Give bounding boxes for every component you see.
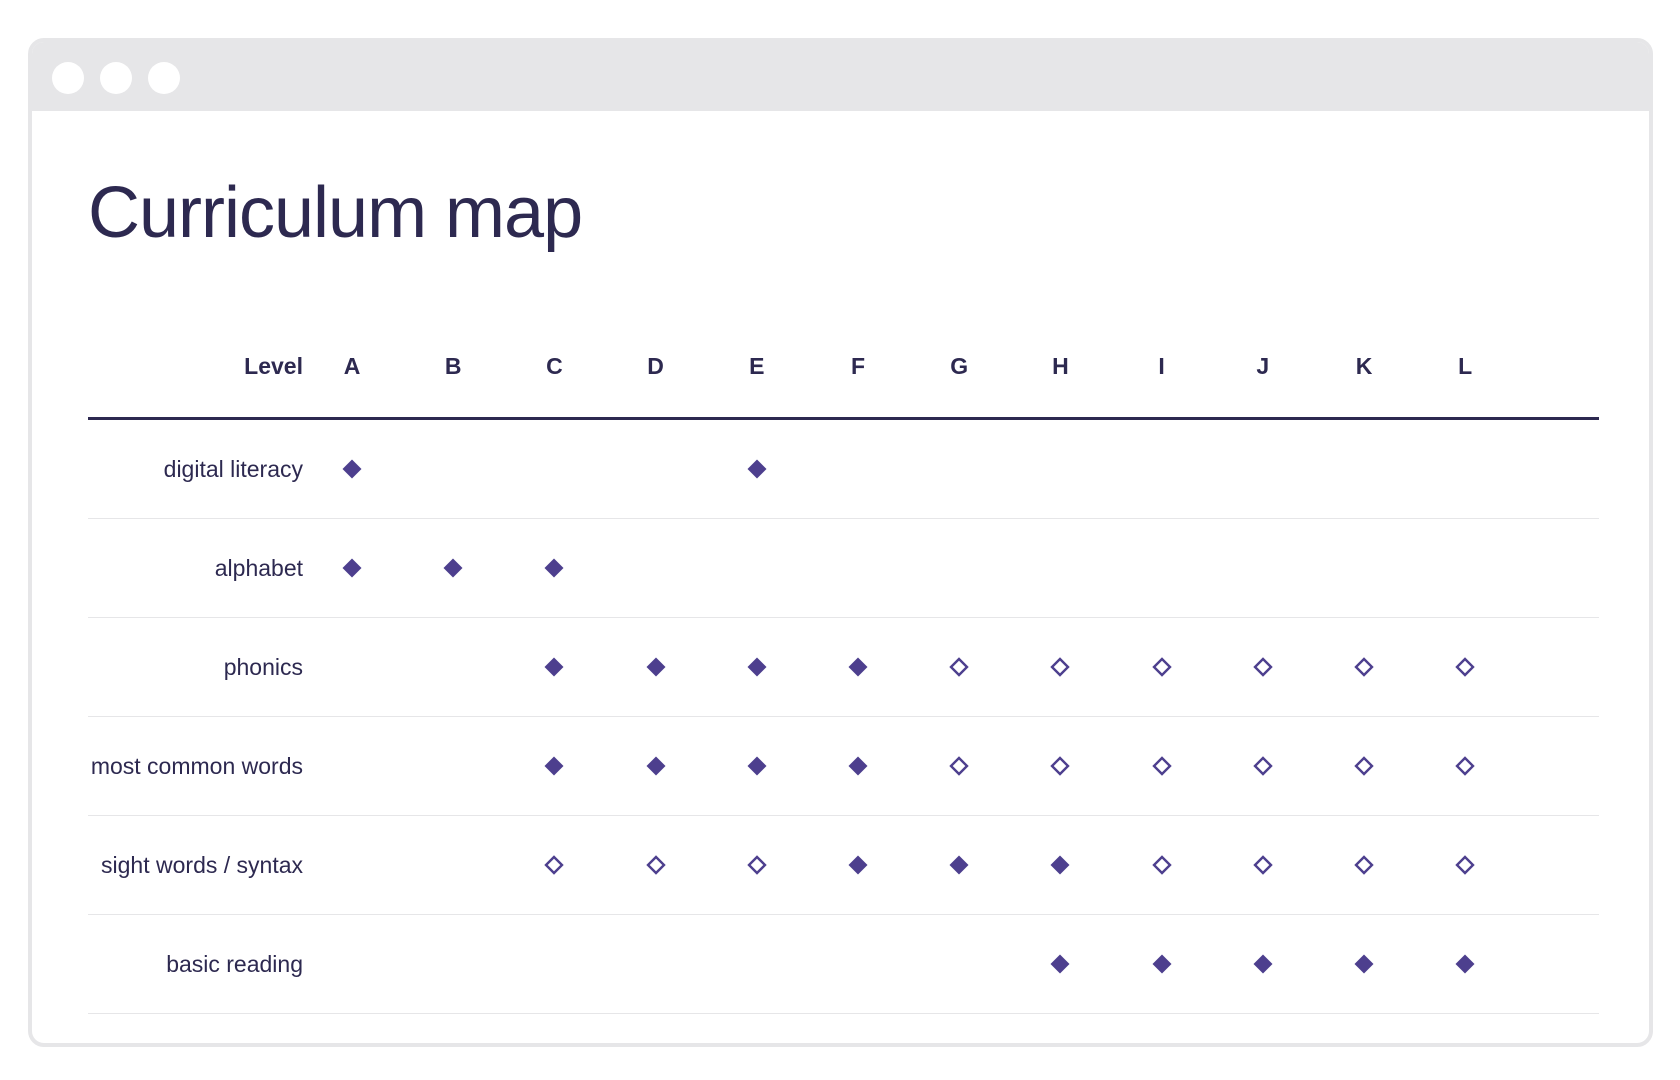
outline-diamond-icon: [1151, 657, 1172, 677]
outline-diamond-icon: [1151, 855, 1172, 875]
outline-diamond-icon: [1253, 855, 1273, 875]
level-column-header: D: [647, 353, 664, 379]
row-label: sight words / syntax: [101, 852, 303, 878]
window-minimize-dot[interactable]: [100, 62, 132, 94]
level-column-header: F: [850, 353, 866, 379]
outline-diamond-icon: [1354, 657, 1374, 677]
outline-diamond-icon: [1354, 756, 1374, 776]
filled-diamond-icon: [747, 657, 767, 677]
grid-header-row: Level A B C D E F G H I J K L: [88, 315, 1599, 420]
level-column-header: G: [950, 353, 969, 379]
outline-diamond-icon: [1253, 756, 1273, 776]
filled-diamond-icon: [747, 459, 767, 479]
curriculum-row: basic reading: [88, 915, 1599, 1014]
curriculum-row: sight words / syntax: [88, 816, 1599, 915]
row-label: phonics: [223, 654, 303, 680]
outline-diamond-icon: [1050, 756, 1071, 776]
level-column-header: J: [1256, 353, 1270, 379]
level-column-header: K: [1355, 353, 1373, 379]
outline-diamond-icon: [1354, 855, 1374, 875]
outline-diamond-icon: [949, 756, 969, 776]
window-titlebar: [32, 42, 1649, 111]
filled-diamond-icon: [1253, 954, 1273, 974]
outline-diamond-icon: [1050, 657, 1071, 677]
filled-diamond-icon: [1152, 954, 1172, 974]
curriculum-row: most common words: [88, 717, 1599, 816]
row-label: most common words: [90, 753, 303, 779]
row-label: alphabet: [214, 555, 303, 581]
filled-diamond-icon: [848, 756, 868, 776]
curriculum-row: comprehension: [88, 1014, 1599, 1043]
row-label: digital literacy: [163, 456, 303, 482]
filled-diamond-icon: [544, 657, 564, 677]
window-close-dot[interactable]: [52, 62, 84, 94]
filled-diamond-icon: [1455, 954, 1475, 974]
filled-diamond-icon: [848, 855, 868, 875]
filled-diamond-icon: [544, 558, 564, 578]
outline-diamond-icon: [1455, 657, 1475, 677]
level-column-header: I: [1158, 353, 1165, 379]
outline-diamond-icon: [1253, 657, 1273, 677]
level-column-header: H: [1052, 353, 1069, 379]
row-label: basic reading: [166, 951, 303, 977]
page-title: Curriculum map: [88, 173, 583, 253]
curriculum-row: phonics: [88, 618, 1599, 717]
filled-diamond-icon: [848, 657, 868, 677]
outline-diamond-icon: [1151, 756, 1172, 776]
outline-diamond-icon: [645, 855, 666, 875]
curriculum-row: alphabet: [88, 519, 1599, 618]
filled-diamond-icon: [443, 558, 463, 578]
level-column-header: E: [749, 353, 765, 379]
outline-diamond-icon: [949, 657, 969, 677]
curriculum-row: digital literacy: [88, 420, 1599, 519]
outline-diamond-icon: [1455, 756, 1475, 776]
window-maximize-dot[interactable]: [148, 62, 180, 94]
outline-diamond-icon: [747, 855, 767, 875]
filled-diamond-icon: [342, 558, 362, 578]
filled-diamond-icon: [544, 756, 564, 776]
filled-diamond-icon: [1050, 954, 1070, 974]
level-column-header: C: [546, 353, 563, 379]
filled-diamond-icon: [646, 657, 666, 677]
row-label: comprehension: [146, 1014, 303, 1043]
filled-diamond-icon: [747, 756, 767, 776]
level-column-header: L: [1458, 353, 1473, 379]
filled-diamond-icon: [949, 855, 969, 875]
filled-diamond-icon: [342, 459, 362, 479]
level-header-label: Level: [244, 353, 303, 379]
level-column-header: A: [343, 353, 361, 379]
curriculum-grid: Level A B C D E F G H I J K L digital literacy alpha…: [88, 315, 1599, 1043]
filled-diamond-icon: [1354, 954, 1374, 974]
outline-diamond-icon: [544, 855, 565, 875]
browser-window: Curriculum map Level A B C D E F G H I J K L digita…: [28, 38, 1653, 1047]
filled-diamond-icon: [646, 756, 666, 776]
filled-diamond-icon: [1050, 855, 1070, 875]
outline-diamond-icon: [1455, 855, 1475, 875]
level-column-header: B: [444, 353, 462, 379]
